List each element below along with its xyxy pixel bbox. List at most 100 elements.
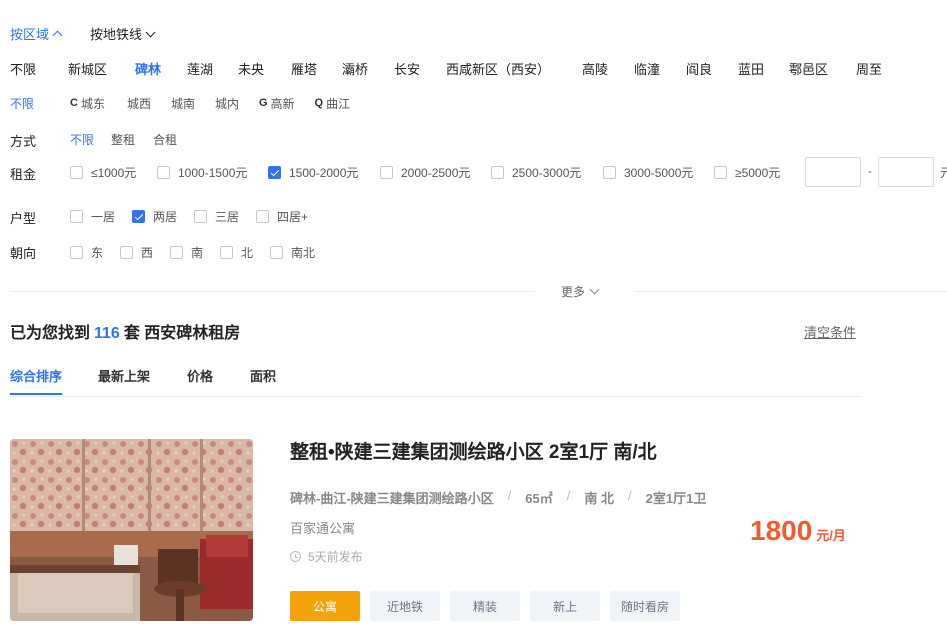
listing-direction: 南 北 [584, 491, 615, 506]
layout-option-label: 三居 [215, 210, 240, 224]
checkbox[interactable] [256, 210, 269, 223]
layout-option-label: 两居 [153, 210, 178, 224]
layout-option-checked[interactable]: 两居 [132, 208, 177, 225]
mode-option[interactable]: 整租 [111, 131, 135, 148]
rent-option-label: 2500-3000元 [512, 166, 582, 180]
mode-option[interactable]: 不限 [70, 131, 94, 148]
price-value: 1800 [750, 515, 813, 546]
sub-district-item[interactable]: 城西 [127, 95, 171, 112]
tab-by-district[interactable]: 按区域 [10, 24, 63, 43]
listing-agency: 百家通公寓 [290, 521, 356, 536]
checkbox-checked[interactable] [268, 166, 281, 179]
tab-by-subway[interactable]: 按地铁线 [90, 24, 156, 43]
checkbox[interactable] [70, 246, 83, 259]
letter-index-c: C [70, 97, 78, 109]
sort-tab-area[interactable]: 面积 [250, 366, 276, 385]
meta-separator: / [566, 488, 571, 503]
chevron-down-icon [589, 284, 600, 295]
layout-option[interactable]: 三居 [194, 208, 239, 225]
rent-option[interactable]: ≥5000元 [714, 164, 780, 181]
district-item-active[interactable]: 碑林 [135, 59, 187, 78]
divider-right [635, 291, 947, 292]
orientation-option[interactable]: 南 [170, 244, 203, 261]
rent-option[interactable]: 2500-3000元 [491, 164, 581, 181]
checkbox[interactable] [70, 210, 83, 223]
min-rent-input[interactable] [805, 157, 861, 187]
checkbox[interactable] [220, 246, 233, 259]
max-rent-input[interactable] [878, 157, 934, 187]
letter-index-q: Q [314, 97, 324, 109]
listing-area: 65㎡ [525, 491, 553, 506]
checkbox[interactable] [70, 166, 83, 179]
orientation-option-label: 南 [191, 246, 204, 260]
orientation-option[interactable]: 北 [220, 244, 253, 261]
rent-option[interactable]: 2000-2500元 [380, 164, 470, 181]
checkbox[interactable] [120, 246, 133, 259]
district-item[interactable]: 西咸新区（西安） [446, 59, 582, 78]
sub-district-item[interactable]: 高新 [271, 95, 315, 112]
sub-district-item[interactable]: 城内 [215, 95, 259, 112]
orientation-option-label: 东 [91, 246, 104, 260]
orientation-option[interactable]: 东 [70, 244, 103, 261]
district-item[interactable]: 鄠邑区 [789, 59, 856, 78]
sub-district-item[interactable]: 曲江 [326, 95, 350, 112]
layout-option-label: 四居+ [277, 210, 309, 224]
district-item[interactable]: 灞桥 [342, 59, 394, 78]
letter-index-g: G [258, 97, 268, 109]
district-item[interactable]: 阎良 [686, 59, 738, 78]
rent-option[interactable]: 1000-1500元 [157, 164, 247, 181]
divider-left [10, 291, 535, 292]
rent-option[interactable]: ≤1000元 [70, 164, 136, 181]
rent-option-checked[interactable]: 1500-2000元 [268, 164, 358, 181]
checkbox[interactable] [714, 166, 727, 179]
orientation-option[interactable]: 西 [120, 244, 153, 261]
district-item[interactable]: 不限 [10, 59, 68, 78]
clock-icon [290, 551, 301, 562]
tag-renovated: 精装 [450, 591, 520, 621]
listing-rooms: 2室1厅1卫 [645, 491, 707, 506]
mode-option[interactable]: 合租 [153, 131, 177, 148]
sub-district-unlimited[interactable]: 不限 [10, 95, 70, 112]
layout-option[interactable]: 一居 [70, 208, 115, 225]
checkbox[interactable] [491, 166, 504, 179]
district-item[interactable]: 新城区 [68, 59, 135, 78]
sort-tab-default[interactable]: 综合排序 [10, 366, 62, 385]
district-item[interactable]: 蓝田 [738, 59, 789, 78]
checkbox[interactable] [270, 246, 283, 259]
checkbox[interactable] [157, 166, 170, 179]
layout-option-label: 一居 [91, 210, 116, 224]
rent-option[interactable]: 3000-5000元 [603, 164, 693, 181]
district-item[interactable]: 临潼 [634, 59, 686, 78]
sub-district-item[interactable]: 城南 [171, 95, 215, 112]
district-item[interactable]: 周至 [856, 59, 896, 78]
district-item[interactable]: 雁塔 [291, 59, 342, 78]
sub-district-list: 不限 C 城东 城西 城南 城内 G 高新 Q 曲江 [10, 95, 350, 111]
orientation-option[interactable]: 南北 [270, 244, 315, 261]
checkbox[interactable] [170, 246, 183, 259]
checkbox[interactable] [603, 166, 616, 179]
sub-district-item[interactable]: 城东 [81, 95, 127, 112]
district-item[interactable]: 长安 [394, 59, 446, 78]
active-tab-indicator [10, 393, 62, 395]
listing-posted: 5天前发布 [290, 548, 363, 565]
listing-photo[interactable] [10, 439, 253, 621]
checkbox-checked[interactable] [132, 210, 145, 223]
district-item[interactable]: 莲湖 [187, 59, 238, 78]
tag-apartment: 公寓 [290, 591, 360, 621]
listing-title[interactable]: 整租•陕建三建集团测绘路小区 2室1厅 南/北 [290, 437, 657, 464]
sort-tab-latest[interactable]: 最新上架 [98, 366, 150, 385]
clear-filters-link[interactable]: 清空条件 [804, 322, 856, 341]
listing-location[interactable]: 碑林-曲江-陕建三建集团测绘路小区 [290, 488, 494, 507]
sort-tab-price[interactable]: 价格 [187, 366, 213, 385]
rent-option-label: 2000-2500元 [401, 166, 471, 180]
more-filters-button[interactable]: 更多 [561, 283, 600, 300]
district-item[interactable]: 未央 [238, 59, 291, 78]
listing-price: 1800 元/月 [750, 515, 846, 547]
checkbox[interactable] [380, 166, 393, 179]
tab-by-subway-label: 按地铁线 [90, 27, 143, 42]
tag-new: 新上 [530, 591, 600, 621]
meta-separator: / [628, 488, 632, 503]
district-item[interactable]: 高陵 [582, 59, 634, 78]
layout-option[interactable]: 四居+ [256, 208, 308, 225]
checkbox[interactable] [194, 210, 207, 223]
